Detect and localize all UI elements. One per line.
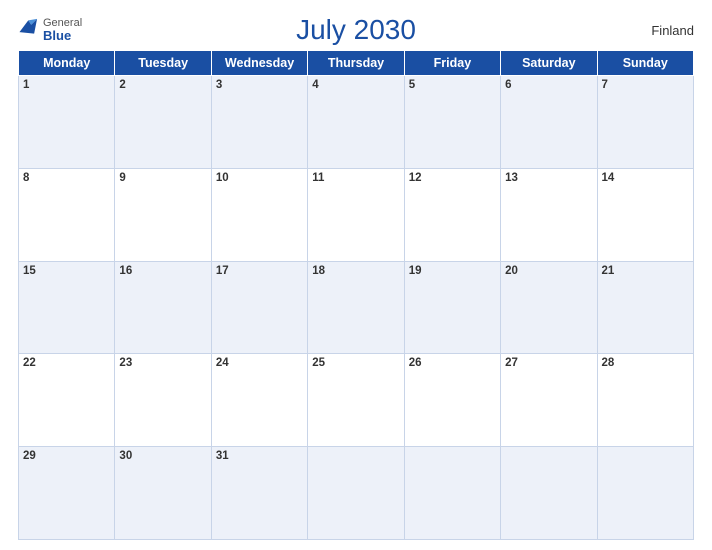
day-number: 12 — [409, 172, 422, 184]
calendar-cell: 24 — [211, 354, 307, 447]
day-number: 21 — [602, 265, 615, 277]
day-number: 17 — [216, 265, 229, 277]
day-number: 28 — [602, 357, 615, 369]
week-row-4: 22 23 24 25 26 27 28 — [19, 354, 694, 447]
day-header-thursday: Thursday — [308, 51, 404, 76]
day-number: 5 — [409, 79, 415, 91]
day-header-sunday: Sunday — [597, 51, 693, 76]
day-header-wednesday: Wednesday — [211, 51, 307, 76]
calendar-cell — [404, 447, 500, 540]
calendar-cell: 30 — [115, 447, 211, 540]
day-number: 20 — [505, 265, 518, 277]
calendar-cell: 23 — [115, 354, 211, 447]
calendar-cell: 14 — [597, 168, 693, 261]
day-number: 3 — [216, 79, 222, 91]
logo: General Blue — [18, 17, 82, 43]
calendar-cell: 9 — [115, 168, 211, 261]
calendar-cell: 11 — [308, 168, 404, 261]
calendar-cell: 26 — [404, 354, 500, 447]
calendar-title: July 2030 — [296, 14, 416, 46]
logo-blue-text: Blue — [43, 29, 82, 43]
calendar-cell: 7 — [597, 76, 693, 169]
calendar-cell: 25 — [308, 354, 404, 447]
week-row-3: 15 16 17 18 19 20 21 — [19, 261, 694, 354]
calendar-cell: 1 — [19, 76, 115, 169]
day-header-friday: Friday — [404, 51, 500, 76]
day-number: 9 — [119, 172, 125, 184]
calendar-cell: 5 — [404, 76, 500, 169]
day-number: 23 — [119, 357, 132, 369]
week-row-5: 29 30 31 — [19, 447, 694, 540]
calendar-cell: 31 — [211, 447, 307, 540]
calendar-table: MondayTuesdayWednesdayThursdayFridaySatu… — [18, 50, 694, 540]
calendar-cell: 19 — [404, 261, 500, 354]
calendar-cell: 2 — [115, 76, 211, 169]
calendar-cell: 10 — [211, 168, 307, 261]
calendar-cell: 18 — [308, 261, 404, 354]
day-header-tuesday: Tuesday — [115, 51, 211, 76]
day-number: 27 — [505, 357, 518, 369]
day-number: 26 — [409, 357, 422, 369]
day-header-saturday: Saturday — [501, 51, 597, 76]
day-number: 31 — [216, 450, 229, 462]
calendar-header: General Blue July 2030 Finland — [18, 14, 694, 46]
calendar-cell: 17 — [211, 261, 307, 354]
calendar-cell: 13 — [501, 168, 597, 261]
calendar-cell: 6 — [501, 76, 597, 169]
day-number: 22 — [23, 357, 36, 369]
day-number: 25 — [312, 357, 325, 369]
calendar-cell: 3 — [211, 76, 307, 169]
calendar-cell: 22 — [19, 354, 115, 447]
calendar-cell: 27 — [501, 354, 597, 447]
calendar-cell — [597, 447, 693, 540]
day-number: 18 — [312, 265, 325, 277]
calendar-cell: 8 — [19, 168, 115, 261]
calendar-cell: 4 — [308, 76, 404, 169]
calendar-cell: 12 — [404, 168, 500, 261]
calendar-cell: 16 — [115, 261, 211, 354]
day-number: 30 — [119, 450, 132, 462]
calendar-cell — [501, 447, 597, 540]
calendar-cell: 29 — [19, 447, 115, 540]
days-header-row: MondayTuesdayWednesdayThursdayFridaySatu… — [19, 51, 694, 76]
calendar-cell: 20 — [501, 261, 597, 354]
day-number: 2 — [119, 79, 125, 91]
day-number: 19 — [409, 265, 422, 277]
day-header-monday: Monday — [19, 51, 115, 76]
day-number: 24 — [216, 357, 229, 369]
day-number: 10 — [216, 172, 229, 184]
day-number: 8 — [23, 172, 29, 184]
calendar-cell: 28 — [597, 354, 693, 447]
calendar-cell — [308, 447, 404, 540]
calendar-cell: 15 — [19, 261, 115, 354]
week-row-1: 1 2 3 4 5 6 7 — [19, 76, 694, 169]
day-number: 29 — [23, 450, 36, 462]
week-row-2: 8 9 10 11 12 13 14 — [19, 168, 694, 261]
day-number: 16 — [119, 265, 132, 277]
day-number: 4 — [312, 79, 318, 91]
country-label: Finland — [651, 23, 694, 38]
day-number: 13 — [505, 172, 518, 184]
day-number: 15 — [23, 265, 36, 277]
day-number: 1 — [23, 79, 29, 91]
day-number: 6 — [505, 79, 511, 91]
day-number: 7 — [602, 79, 608, 91]
day-number: 11 — [312, 172, 324, 184]
calendar-cell: 21 — [597, 261, 693, 354]
day-number: 14 — [602, 172, 615, 184]
